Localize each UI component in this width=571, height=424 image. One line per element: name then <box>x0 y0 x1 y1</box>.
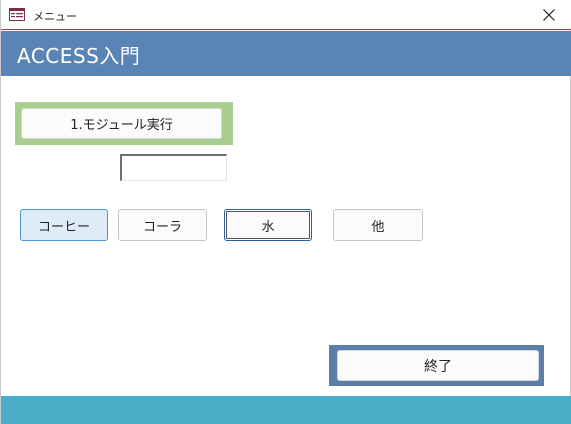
form-icon <box>9 8 25 21</box>
close-icon <box>543 9 555 21</box>
form-title: ACCESS入門 <box>17 44 141 68</box>
exit-button[interactable]: 終了 <box>337 350 539 381</box>
other-button[interactable]: 他 <box>333 209 423 241</box>
form-footer <box>1 396 571 424</box>
close-button[interactable] <box>526 0 571 30</box>
access-form-window: メニュー ACCESS入門 1.モジュール実行 コーヒー コーラ 水 他 終了 <box>0 0 571 424</box>
result-textbox[interactable] <box>120 154 227 181</box>
cola-button[interactable]: コーラ <box>118 209 207 241</box>
water-button[interactable]: 水 <box>224 209 312 241</box>
title-bar: メニュー <box>1 0 571 30</box>
run-module-button[interactable]: 1.モジュール実行 <box>21 108 222 139</box>
form-header: ACCESS入門 <box>1 31 571 76</box>
window-title: メニュー <box>33 10 77 23</box>
coffee-button[interactable]: コーヒー <box>20 209 108 241</box>
